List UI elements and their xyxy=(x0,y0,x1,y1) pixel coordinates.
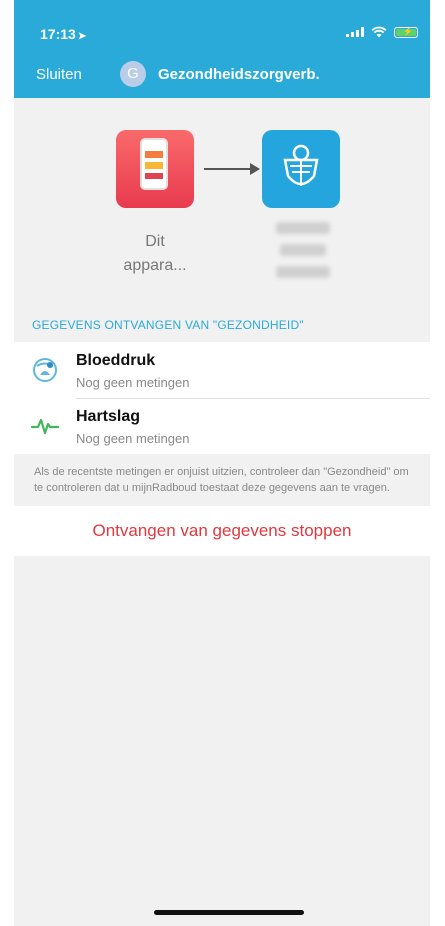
signal-icon xyxy=(346,27,364,37)
heartbeat-icon xyxy=(14,416,76,436)
info-note: Als de recentste metingen er onjuist uit… xyxy=(34,466,409,494)
stop-receiving-button[interactable]: Ontvangen van gegevens stoppen xyxy=(14,506,430,556)
wifi-icon xyxy=(371,26,387,38)
radboud-crest-icon xyxy=(262,130,340,208)
apple-health-icon xyxy=(116,130,194,208)
arrow-right-icon xyxy=(204,168,254,170)
device-label: Dit appara... xyxy=(110,230,200,278)
location-arrow-icon: ➤ xyxy=(77,31,87,42)
device-label-line2: appara... xyxy=(123,257,187,274)
list-item-status: Nog geen metingen xyxy=(76,431,190,446)
home-indicator[interactable] xyxy=(154,910,304,915)
blurred-app-name xyxy=(276,222,330,234)
blood-pressure-icon xyxy=(14,357,76,383)
battery-icon: ⚡ xyxy=(394,26,418,38)
nav-title: Gezondheidszorgverb. xyxy=(158,66,320,83)
app-screen: 17:13➤ ⚡ Sluiten G Gezondheidszorgverb. xyxy=(14,0,430,926)
status-icons: ⚡ xyxy=(346,26,418,38)
section-header: GEGEVENS ONTVANGEN VAN "GEZONDHEID" xyxy=(32,318,304,332)
connection-diagram: Dit appara... xyxy=(14,98,430,308)
avatar: G xyxy=(120,61,146,87)
list-item-hartslag[interactable]: Hartslag Nog geen metingen xyxy=(14,398,430,454)
data-type-list: Bloeddruk Nog geen metingen Hartslag Nog… xyxy=(14,342,430,454)
list-item-title: Bloeddruk xyxy=(76,352,156,369)
blurred-app-name xyxy=(280,244,326,256)
status-time: 17:13 ➤ xyxy=(40,26,86,42)
device-label-line1: Dit xyxy=(145,233,165,250)
top-bar: 17:13 ➤ ⚡ Sluiten G Gezondheidszorgverb. xyxy=(14,0,430,98)
close-button[interactable]: Sluiten xyxy=(36,66,82,83)
list-item-bloeddruk[interactable]: Bloeddruk Nog geen metingen xyxy=(14,342,430,398)
list-item-status: Nog geen metingen xyxy=(76,375,190,390)
blurred-app-name xyxy=(276,266,330,278)
list-item-title: Hartslag xyxy=(76,408,141,425)
time-text: 17:13 xyxy=(40,26,76,42)
